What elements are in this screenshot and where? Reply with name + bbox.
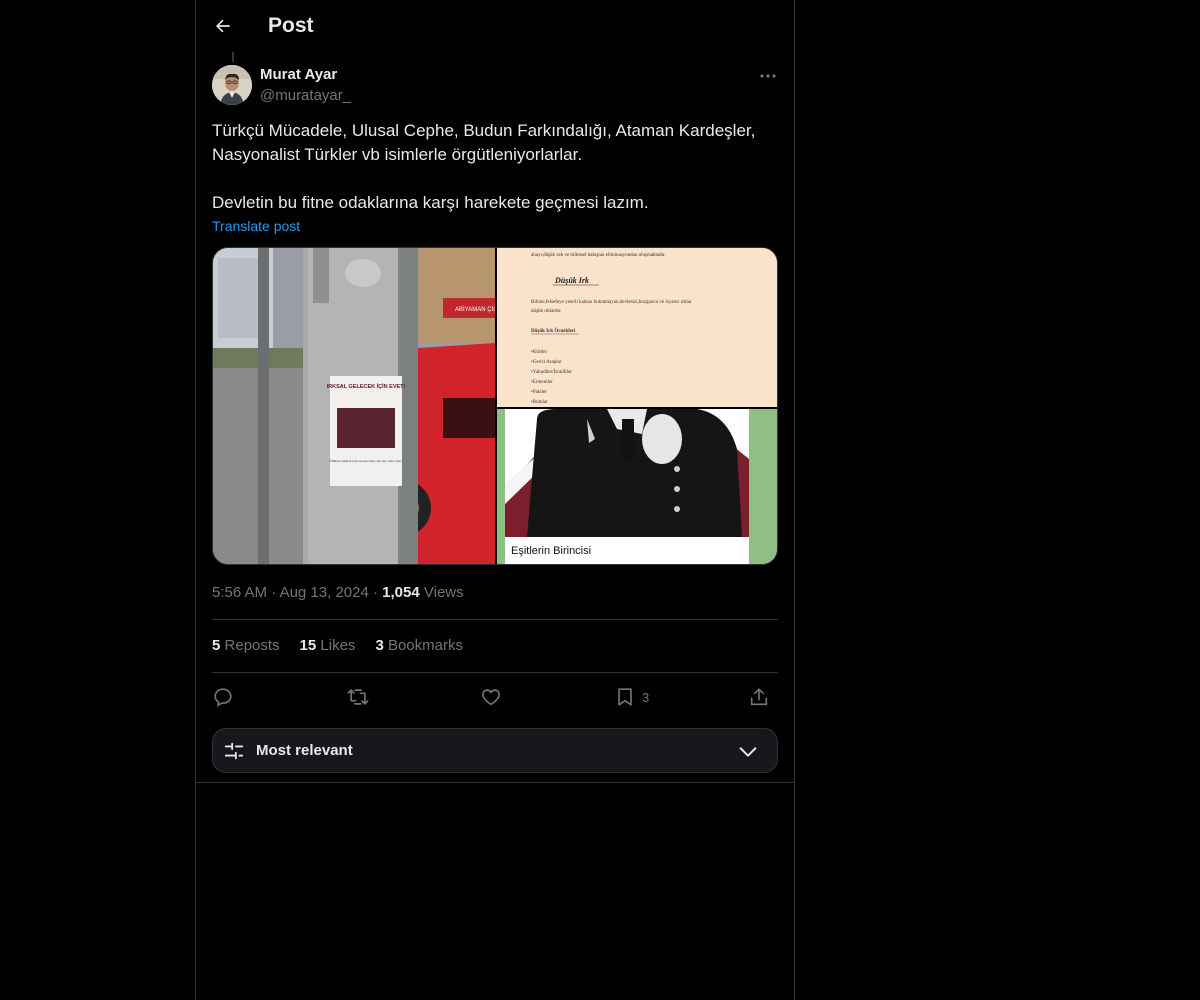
reposts-count: 5 (212, 637, 221, 654)
sliders-icon (224, 742, 244, 760)
bookmark-icon (618, 688, 632, 706)
doc-list-item: •Gerici Araplar (531, 360, 562, 365)
poster-text: IRKSAL GELECEK İÇİN EVET! (327, 383, 406, 390)
thread-line (232, 52, 234, 62)
doc-list-item: •Yahudiler/İsrailliler (531, 369, 572, 375)
image-caption: Eşitlerin Birincisi (511, 545, 591, 557)
meta-separator: · (372, 584, 383, 601)
doc-list-item: •Pakiler (531, 390, 547, 395)
doc-list-item: •Kürtler (531, 350, 548, 355)
share-icon (750, 688, 768, 706)
page-title: Post (268, 14, 314, 37)
post-date[interactable]: Aug 13, 2024 (280, 584, 369, 601)
sort-replies-dropdown[interactable]: Most relevant (212, 728, 778, 773)
reply-icon (214, 688, 232, 707)
post-text: Türkçü Mücadele, Ulusal Cephe, Budun Far… (212, 121, 756, 212)
more-icon (760, 74, 776, 78)
divider (196, 782, 794, 783)
divider (212, 619, 778, 620)
doc-paragraph-2: düşük ırklardır. (531, 309, 562, 314)
like-button[interactable] (480, 684, 502, 710)
media-grid: ABİYAMAN ÇİĞ IRKSAL GELECEK İÇİN EVET! "… (212, 247, 778, 565)
views-label: Views (423, 584, 464, 601)
engagement-stats: 5 Reposts 15 Likes 3 Bookmarks (212, 637, 463, 654)
doc-heading: Düşük Irk (554, 276, 589, 285)
more-button[interactable] (756, 66, 780, 86)
action-bar: 3 (212, 684, 778, 710)
officer-image[interactable]: Eşitlerin Birincisi (497, 409, 777, 564)
likes-stat[interactable]: 15 Likes (300, 637, 356, 654)
header: Post (196, 0, 794, 53)
reposts-label: Reposts (224, 637, 280, 654)
back-button[interactable] (208, 11, 238, 41)
bookmarks-count: 3 (375, 637, 384, 654)
bookmarks-label: Bookmarks (387, 637, 463, 654)
divider (212, 672, 778, 673)
repost-button[interactable] (346, 684, 370, 710)
reposts-stat[interactable]: 5 Reposts (212, 637, 280, 654)
doc-subheading: Düşük Irk Örnekleri (531, 328, 576, 334)
back-arrow-icon (216, 19, 230, 33)
author-name[interactable]: Murat Ayar (260, 66, 337, 83)
post-meta: 5:56 AM · Aug 13, 2024 · 1,054 Views (212, 584, 464, 601)
translate-post-link[interactable]: Translate post (212, 218, 300, 234)
doc-list-item: •Ermeniler (531, 380, 553, 385)
bookmark-button[interactable]: 3 (614, 684, 649, 710)
like-icon (482, 689, 500, 706)
share-button[interactable] (748, 684, 770, 710)
avatar[interactable] (212, 65, 252, 105)
likes-count: 15 (299, 637, 317, 654)
doc-intro: ahayı,düşük zek ve bilimsel bakıştan eli… (531, 253, 666, 258)
svg-text:ABİYAMAN ÇİĞ: ABİYAMAN ÇİĞ (455, 306, 495, 313)
likes-label: Likes (320, 637, 356, 654)
views-count: 1,054 (382, 584, 420, 601)
document-image[interactable]: ahayı,düşük zek ve bilimsel bakıştan eli… (497, 248, 777, 407)
author-handle[interactable]: @muratayar_ (260, 87, 351, 104)
post-time[interactable]: 5:56 AM (212, 584, 267, 601)
chevron-down-icon (739, 747, 757, 757)
main-column: Post Murat Ayar @muratayar_ Türkçü Mücad… (195, 0, 795, 1000)
sort-label: Most relevant (256, 742, 353, 759)
bookmark-count: 3 (642, 689, 650, 705)
repost-icon (347, 689, 369, 705)
meta-separator: · (271, 584, 280, 601)
doc-paragraph: Bilime,felsefeye yeterli katkısı bulunma… (531, 300, 692, 305)
bookmarks-stat[interactable]: 3 Bookmarks (375, 637, 463, 654)
street-photo[interactable]: ABİYAMAN ÇİĞ IRKSAL GELECEK İÇİN EVET! "… (213, 248, 498, 564)
doc-list-item: •Rumlar (531, 400, 548, 405)
reply-button[interactable] (212, 684, 234, 710)
